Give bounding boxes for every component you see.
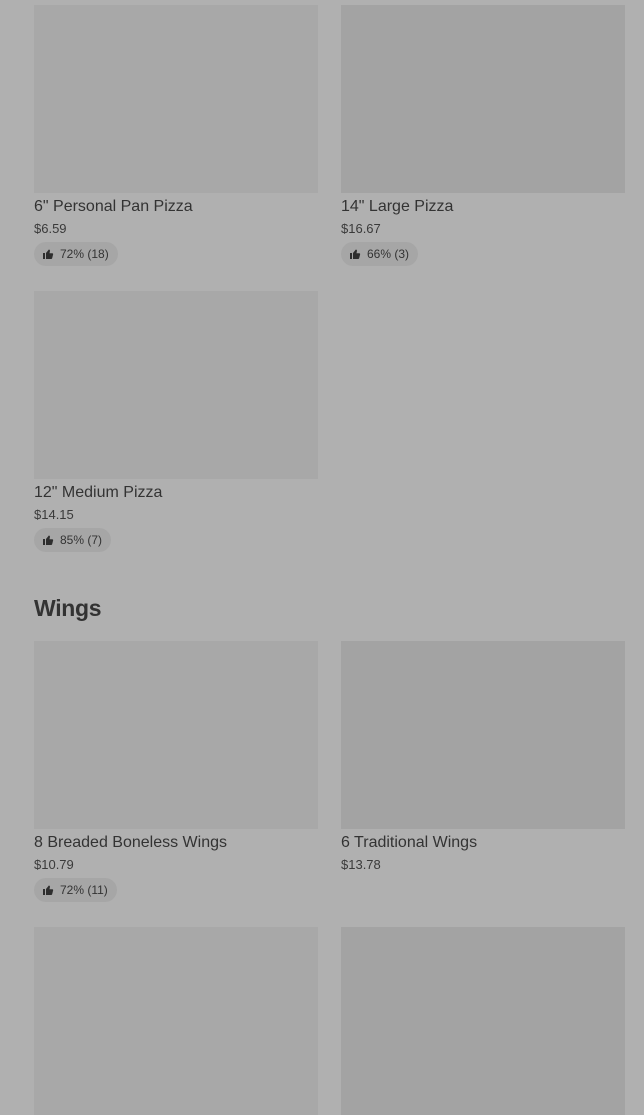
menu-item-card[interactable]: 12" Medium Pizza $14.15 85% (7) [34,291,318,552]
menu-item-name: 6" Personal Pan Pizza [34,198,193,215]
menu-item-card[interactable]: 8 Breaded Boneless Wings $10.79 72% (11) [34,641,318,902]
menu-item-image[interactable] [34,291,318,479]
menu-item-name: 6 Traditional Wings [341,834,478,851]
menu-item-name: 8 Breaded Boneless Wings [34,834,227,851]
rating-text: 85% (7) [60,533,103,547]
menu-item-card[interactable]: 14" Large Pizza $16.67 66% (3) [341,5,625,266]
rating-badge: 66% (3) [341,242,419,266]
rating-text: 66% (3) [367,247,410,261]
menu-item-image[interactable] [34,641,318,829]
rating-badge: 85% (7) [34,528,112,552]
menu-item-card[interactable] [34,927,318,1115]
menu-item-price: $14.15 [34,507,74,522]
menu-item-image[interactable] [341,927,625,1115]
rating-text: 72% (11) [60,883,108,897]
thumbs-up-icon [350,249,361,259]
rating-badge: 72% (18) [34,242,118,266]
menu-item-price: $6.59 [34,221,67,236]
menu-item-image[interactable] [341,641,625,829]
menu-item-price: $13.78 [341,857,381,872]
menu-item-image[interactable] [34,927,318,1115]
thumbs-up-icon [43,535,54,545]
rating-text: 72% (18) [60,247,109,261]
menu-item-card[interactable] [341,927,625,1115]
menu-item-price: $10.79 [34,857,74,872]
menu-item-price: $16.67 [341,221,381,236]
menu-item-name: 14" Large Pizza [341,198,454,215]
menu-item-image[interactable] [34,5,318,193]
thumbs-up-icon [43,249,54,259]
menu-item-name: 12" Medium Pizza [34,484,163,501]
menu-item-image[interactable] [341,5,625,193]
rating-badge: 72% (11) [34,878,117,902]
thumbs-up-icon [43,885,54,895]
menu-item-card[interactable]: 6 Traditional Wings $13.78 [341,641,625,873]
menu-item-card[interactable]: 6" Personal Pan Pizza $6.59 72% (18) [34,5,318,266]
section-title-wings: Wings [34,595,102,621]
